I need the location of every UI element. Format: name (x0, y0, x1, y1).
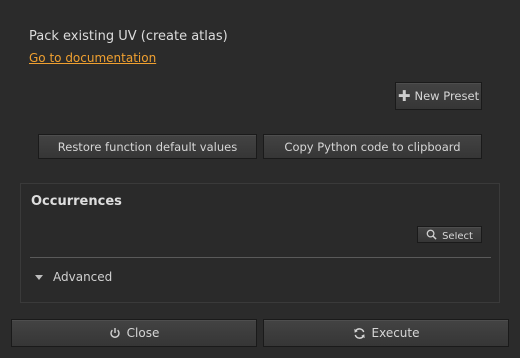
copy-python-code-button[interactable]: Copy Python code to clipboard (263, 134, 482, 159)
occurrences-panel: Occurrences Select Advanced (20, 183, 500, 303)
select-occurrences-button[interactable]: Select (417, 226, 482, 243)
execute-button[interactable]: Execute (263, 319, 509, 347)
copy-python-code-label: Copy Python code to clipboard (284, 139, 461, 154)
new-preset-label: New Preset (414, 89, 480, 103)
restore-defaults-label: Restore function default values (57, 139, 238, 154)
advanced-toggle[interactable]: Advanced (35, 270, 112, 284)
advanced-label: Advanced (53, 270, 113, 284)
triangle-down-icon (35, 274, 43, 280)
close-button[interactable]: Close (11, 319, 257, 347)
execute-label: Execute (371, 326, 420, 340)
select-label: Select (442, 232, 473, 239)
restore-defaults-button[interactable]: Restore function default values (38, 134, 257, 159)
refresh-icon (353, 327, 365, 339)
divider (30, 257, 491, 258)
plus-icon: ✚ (397, 86, 411, 105)
close-label: Close (126, 326, 160, 340)
documentation-link[interactable]: Go to documentation (29, 51, 156, 65)
power-icon (109, 328, 120, 338)
search-icon (426, 229, 437, 240)
new-preset-button[interactable]: ✚ New Preset (395, 82, 482, 110)
function-title: Pack existing UV (create atlas) (29, 29, 228, 44)
occurrences-title: Occurrences (31, 194, 122, 209)
